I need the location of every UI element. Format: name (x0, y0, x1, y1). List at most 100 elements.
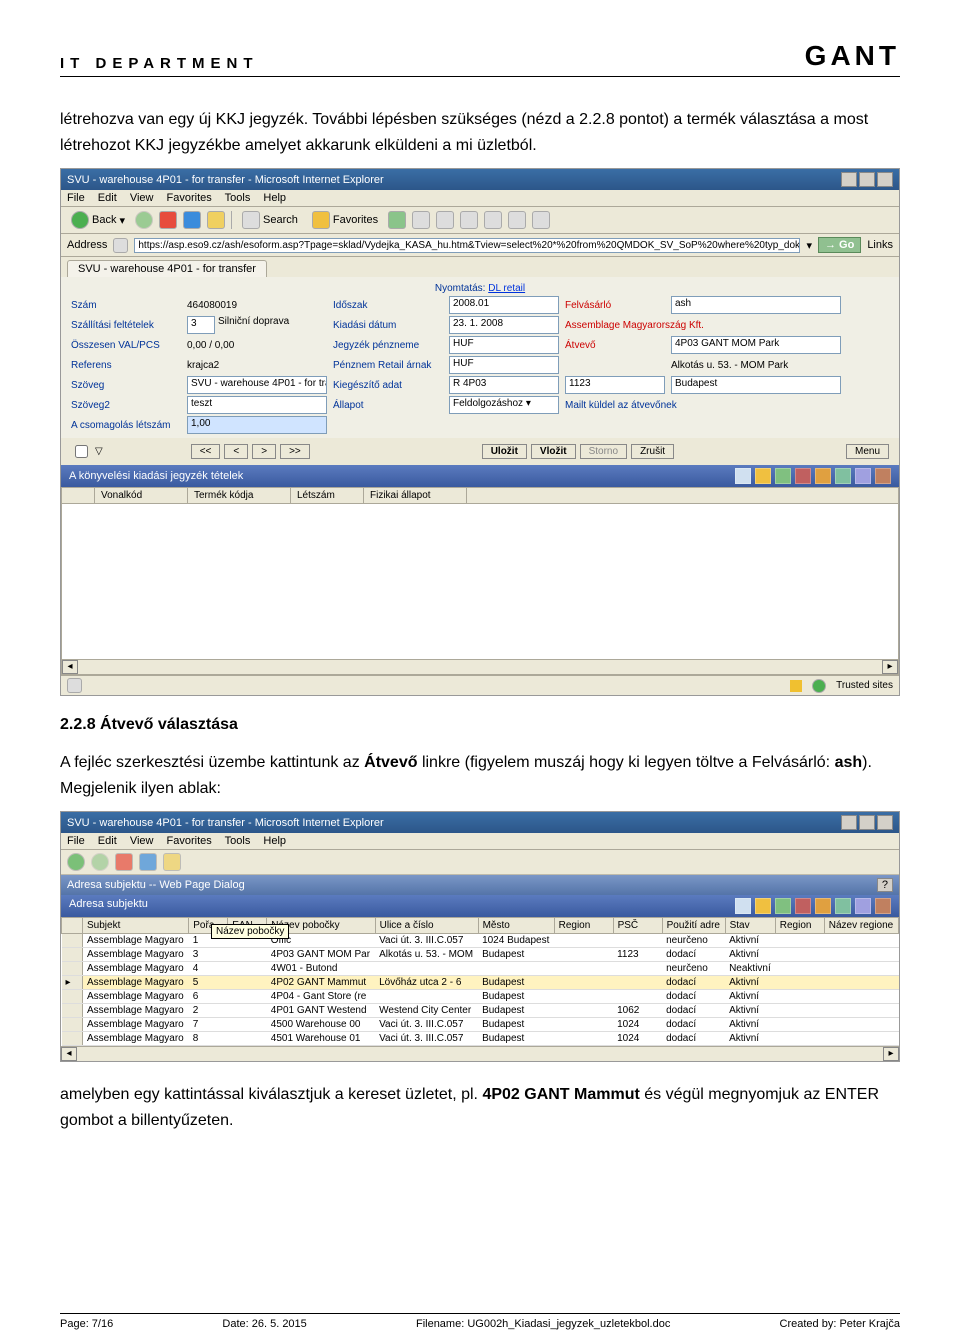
back-icon-2[interactable] (67, 853, 85, 871)
col-pouziti[interactable]: Použití adre (662, 918, 725, 934)
minimize-button-2[interactable] (841, 815, 857, 830)
links-label[interactable]: Links (867, 239, 893, 251)
col-stav[interactable]: Stav (725, 918, 775, 934)
menu-tools-2[interactable]: Tools (225, 835, 251, 847)
label-felvasarlo[interactable]: Felvásárló (565, 300, 665, 311)
table-row[interactable]: ▸Assemblage Magyaro54P02 GANT MammutLövő… (62, 976, 899, 990)
panel-icon-2[interactable] (755, 468, 771, 484)
col-termek[interactable]: Termék kódja (188, 488, 291, 503)
col-vonalkod[interactable]: Vonalkód (95, 488, 188, 503)
dialog-help-icon[interactable]: ? (877, 878, 893, 892)
col-letszam[interactable]: Létszám (291, 488, 364, 503)
panel-icon-6[interactable] (835, 468, 851, 484)
first-button[interactable]: << (191, 444, 221, 459)
print-link[interactable]: DL retail (488, 283, 525, 294)
tab-svu[interactable]: SVU - warehouse 4P01 - for transfer (67, 260, 267, 277)
address-input[interactable]: https://asp.eso9.cz/ash/esoform.asp?Tpag… (134, 238, 800, 253)
col-mesto[interactable]: Město (478, 918, 554, 934)
maximize-button-2[interactable] (859, 815, 875, 830)
url-dropdown-icon[interactable]: ▾ (806, 239, 812, 252)
dlg-icon-1[interactable] (735, 898, 751, 914)
close-button[interactable] (877, 172, 893, 187)
refresh-icon-2[interactable] (139, 853, 157, 871)
cancel-button[interactable]: Zrušit (631, 444, 674, 459)
input-felvasarlo[interactable]: ash (671, 296, 841, 314)
search-button[interactable]: Search (238, 210, 302, 230)
scroll-right-icon[interactable]: ▸ (882, 660, 898, 674)
discuss-icon[interactable] (484, 211, 502, 229)
scroll-left-icon[interactable]: ◂ (62, 660, 78, 674)
menu-fav-2[interactable]: Favorites (167, 835, 212, 847)
label-idoszak[interactable]: Időszak (333, 300, 443, 311)
col-nazevreg[interactable]: Název regione (824, 918, 898, 934)
insert-button[interactable]: Vložit (531, 444, 576, 459)
stop-icon[interactable] (159, 211, 177, 229)
input-atvevo[interactable]: 4P03 GANT MOM Park (671, 336, 841, 354)
fwd-icon-2[interactable] (91, 853, 109, 871)
dlg-icon-6[interactable] (835, 898, 851, 914)
maximize-button[interactable] (859, 172, 875, 187)
edit-icon[interactable] (460, 211, 478, 229)
prev-button[interactable]: < (224, 444, 248, 459)
label-szallitasi[interactable]: Szállítási feltételek (71, 320, 181, 331)
storno-button[interactable]: Storno (580, 444, 627, 459)
label-penzneme[interactable]: Jegyzék pénzneme (333, 340, 443, 351)
refresh-icon[interactable] (183, 211, 201, 229)
col-subjekt[interactable]: Subjekt (83, 918, 189, 934)
table-row[interactable]: Assemblage Magyaro1OfficVaci út. 3. III.… (62, 934, 899, 948)
history-icon[interactable] (388, 211, 406, 229)
input-kiegeszito[interactable]: R 4P03 (449, 376, 559, 394)
label-atvevo[interactable]: Átvevő (565, 340, 665, 351)
input-szallitasi[interactable]: 3 (187, 316, 215, 334)
mail-icon[interactable] (412, 211, 430, 229)
dlg-icon-3[interactable] (775, 898, 791, 914)
dlg-icon-8[interactable] (875, 898, 891, 914)
dlg-icon-2[interactable] (755, 898, 771, 914)
panel-icon-4[interactable] (795, 468, 811, 484)
panel-icon-1[interactable] (735, 468, 751, 484)
col-ulice[interactable]: Ulice a číslo (375, 918, 478, 934)
label-mailt[interactable]: Mailt küldel az átvevőnek (565, 400, 841, 411)
panel-icon-5[interactable] (815, 468, 831, 484)
scroll-right-2[interactable]: ▸ (883, 1047, 899, 1061)
input-allapot[interactable]: Feldolgozáshoz ▾ (449, 396, 559, 414)
filter-icon[interactable]: ▽ (95, 446, 103, 457)
col-psc[interactable]: PSČ (613, 918, 662, 934)
table-row[interactable]: Assemblage Magyaro74500 Warehouse 00Vaci… (62, 1018, 899, 1032)
menu-help-2[interactable]: Help (263, 835, 286, 847)
table-row[interactable]: Assemblage Magyaro24P01 GANT WestendWest… (62, 1004, 899, 1018)
stop-icon-2[interactable] (115, 853, 133, 871)
last-button[interactable]: >> (280, 444, 310, 459)
input-kiegval[interactable]: 1123 (565, 376, 665, 394)
save-button[interactable]: Uložit (482, 444, 527, 459)
input-szoveg2[interactable]: teszt (187, 396, 327, 414)
input-kiegval2[interactable]: Budapest (671, 376, 841, 394)
dlg-icon-7[interactable] (855, 898, 871, 914)
col-fizikai[interactable]: Fizikai állapot (364, 488, 467, 503)
table-row[interactable]: Assemblage Magyaro34P03 GANT MOM ParAlko… (62, 948, 899, 962)
menu-edit[interactable]: Edit (98, 192, 117, 204)
filter-checkbox[interactable] (75, 445, 88, 458)
col-region[interactable]: Region (554, 918, 613, 934)
input-csomagolas[interactable]: 1,00 (187, 416, 327, 434)
home-icon[interactable] (207, 211, 225, 229)
input-retail[interactable]: HUF (449, 356, 559, 374)
forward-icon[interactable] (135, 211, 153, 229)
panel-icon-7[interactable] (855, 468, 871, 484)
input-szoveg[interactable]: SVU - warehouse 4P01 - for transfe (187, 376, 327, 394)
home-icon-2[interactable] (163, 853, 181, 871)
label-retail[interactable]: Pénznem Retail árnak (333, 360, 443, 371)
input-kiadasi[interactable]: 23. 1. 2008 (449, 316, 559, 334)
research-icon[interactable] (508, 211, 526, 229)
menu-file[interactable]: File (67, 192, 85, 204)
menu-favorites[interactable]: Favorites (167, 192, 212, 204)
next-button[interactable]: > (252, 444, 276, 459)
input-idoszak[interactable]: 2008.01 (449, 296, 559, 314)
menu-file-2[interactable]: File (67, 835, 85, 847)
print-icon[interactable] (436, 211, 454, 229)
panel-icon-8[interactable] (875, 468, 891, 484)
back-button[interactable]: Back ▾ (67, 210, 129, 230)
menu-button[interactable]: Menu (846, 444, 889, 459)
menu-edit-2[interactable]: Edit (98, 835, 117, 847)
table-row[interactable]: Assemblage Magyaro44W01 - Butondneurčeno… (62, 962, 899, 976)
